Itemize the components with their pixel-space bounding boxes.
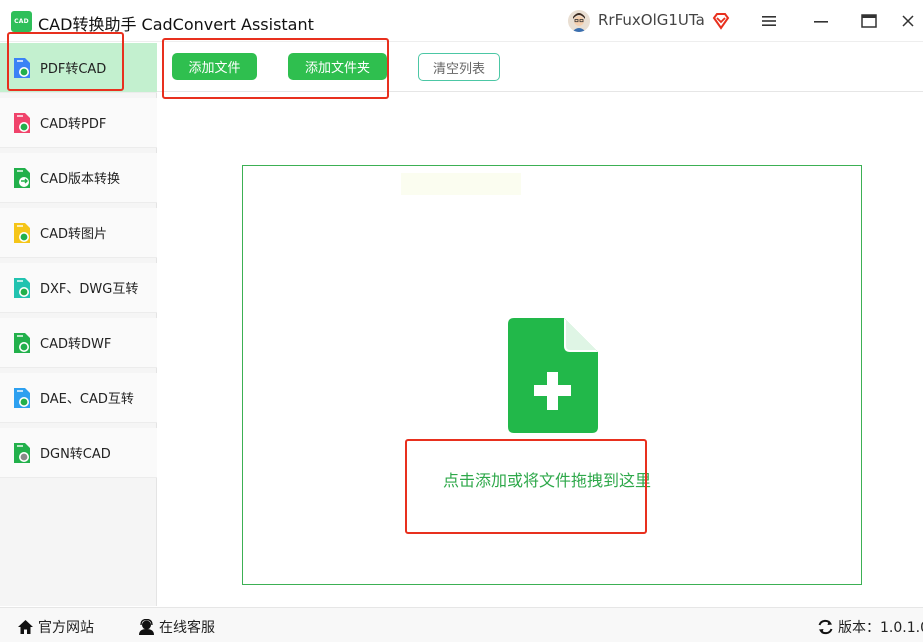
sidebar-item-label: CAD转PDF [40, 117, 107, 132]
highlight-box-sidebar [7, 32, 124, 91]
minimize-icon[interactable] [807, 8, 835, 34]
sidebar-item-cad-to-image[interactable]: CAD转图片 [0, 208, 157, 258]
sidebar-item-dxf-dwg[interactable]: DXF、DWG互转 [0, 263, 157, 313]
status-bar: 官方网站 在线客服 版本：1.0.1.0 [0, 607, 923, 642]
menu-icon[interactable] [755, 8, 783, 34]
home-icon [18, 620, 33, 634]
sidebar-item-label: DGN转CAD [40, 447, 111, 462]
highlight-box-drop-hint [405, 439, 647, 534]
app-logo: CAD [11, 11, 32, 32]
sidebar-item-cad-to-pdf[interactable]: CAD转PDF [0, 98, 157, 148]
close-icon[interactable] [894, 8, 922, 34]
sidebar-item-label: DXF、DWG互转 [40, 282, 139, 297]
sidebar: PDF转CAD CAD转PDF CAD版本转换 CAD转图片 DXF、DWG互转… [0, 43, 157, 606]
version-label: 版本：1.0.1.0 [838, 620, 923, 636]
dae-cad-icon [12, 387, 32, 409]
user-avatar[interactable] [568, 10, 590, 32]
dxf-dwg-icon [12, 277, 32, 299]
dgn-to-cad-icon [12, 442, 32, 464]
online-service-link[interactable]: 在线客服 [138, 617, 215, 637]
sidebar-item-label: CAD转图片 [40, 227, 107, 242]
vip-diamond-icon[interactable] [711, 11, 731, 31]
cad-to-pdf-icon [12, 112, 32, 134]
cad-to-dwf-icon [12, 332, 32, 354]
username[interactable]: RrFuxOlG1UTa [598, 11, 705, 29]
add-file-icon[interactable] [508, 318, 598, 433]
headset-icon [139, 619, 154, 635]
drop-zone-highlight [401, 173, 521, 195]
sidebar-item-dae-cad[interactable]: DAE、CAD互转 [0, 373, 157, 423]
sidebar-item-dgn-to-cad[interactable]: DGN转CAD [0, 428, 157, 478]
maximize-icon[interactable] [855, 8, 883, 34]
sidebar-item-cad-version-convert[interactable]: CAD版本转换 [0, 153, 157, 203]
sidebar-item-cad-to-dwf[interactable]: CAD转DWF [0, 318, 157, 368]
sidebar-item-label: CAD版本转换 [40, 172, 120, 187]
sidebar-item-label: DAE、CAD互转 [40, 392, 134, 407]
online-service-label: 在线客服 [159, 620, 215, 636]
clear-list-button[interactable]: 清空列表 [418, 53, 500, 81]
official-site-label: 官方网站 [38, 620, 94, 636]
refresh-icon [818, 619, 833, 635]
version-info[interactable]: 版本：1.0.1.0 [817, 617, 923, 637]
highlight-box-toolbar [162, 38, 389, 99]
cad-version-icon [12, 167, 32, 189]
official-site-link[interactable]: 官方网站 [17, 617, 94, 637]
cad-to-image-icon [12, 222, 32, 244]
title-bar: CAD CAD转换助手 CadConvert Assistant RrFuxOl… [0, 0, 923, 42]
sidebar-item-label: CAD转DWF [40, 337, 112, 352]
